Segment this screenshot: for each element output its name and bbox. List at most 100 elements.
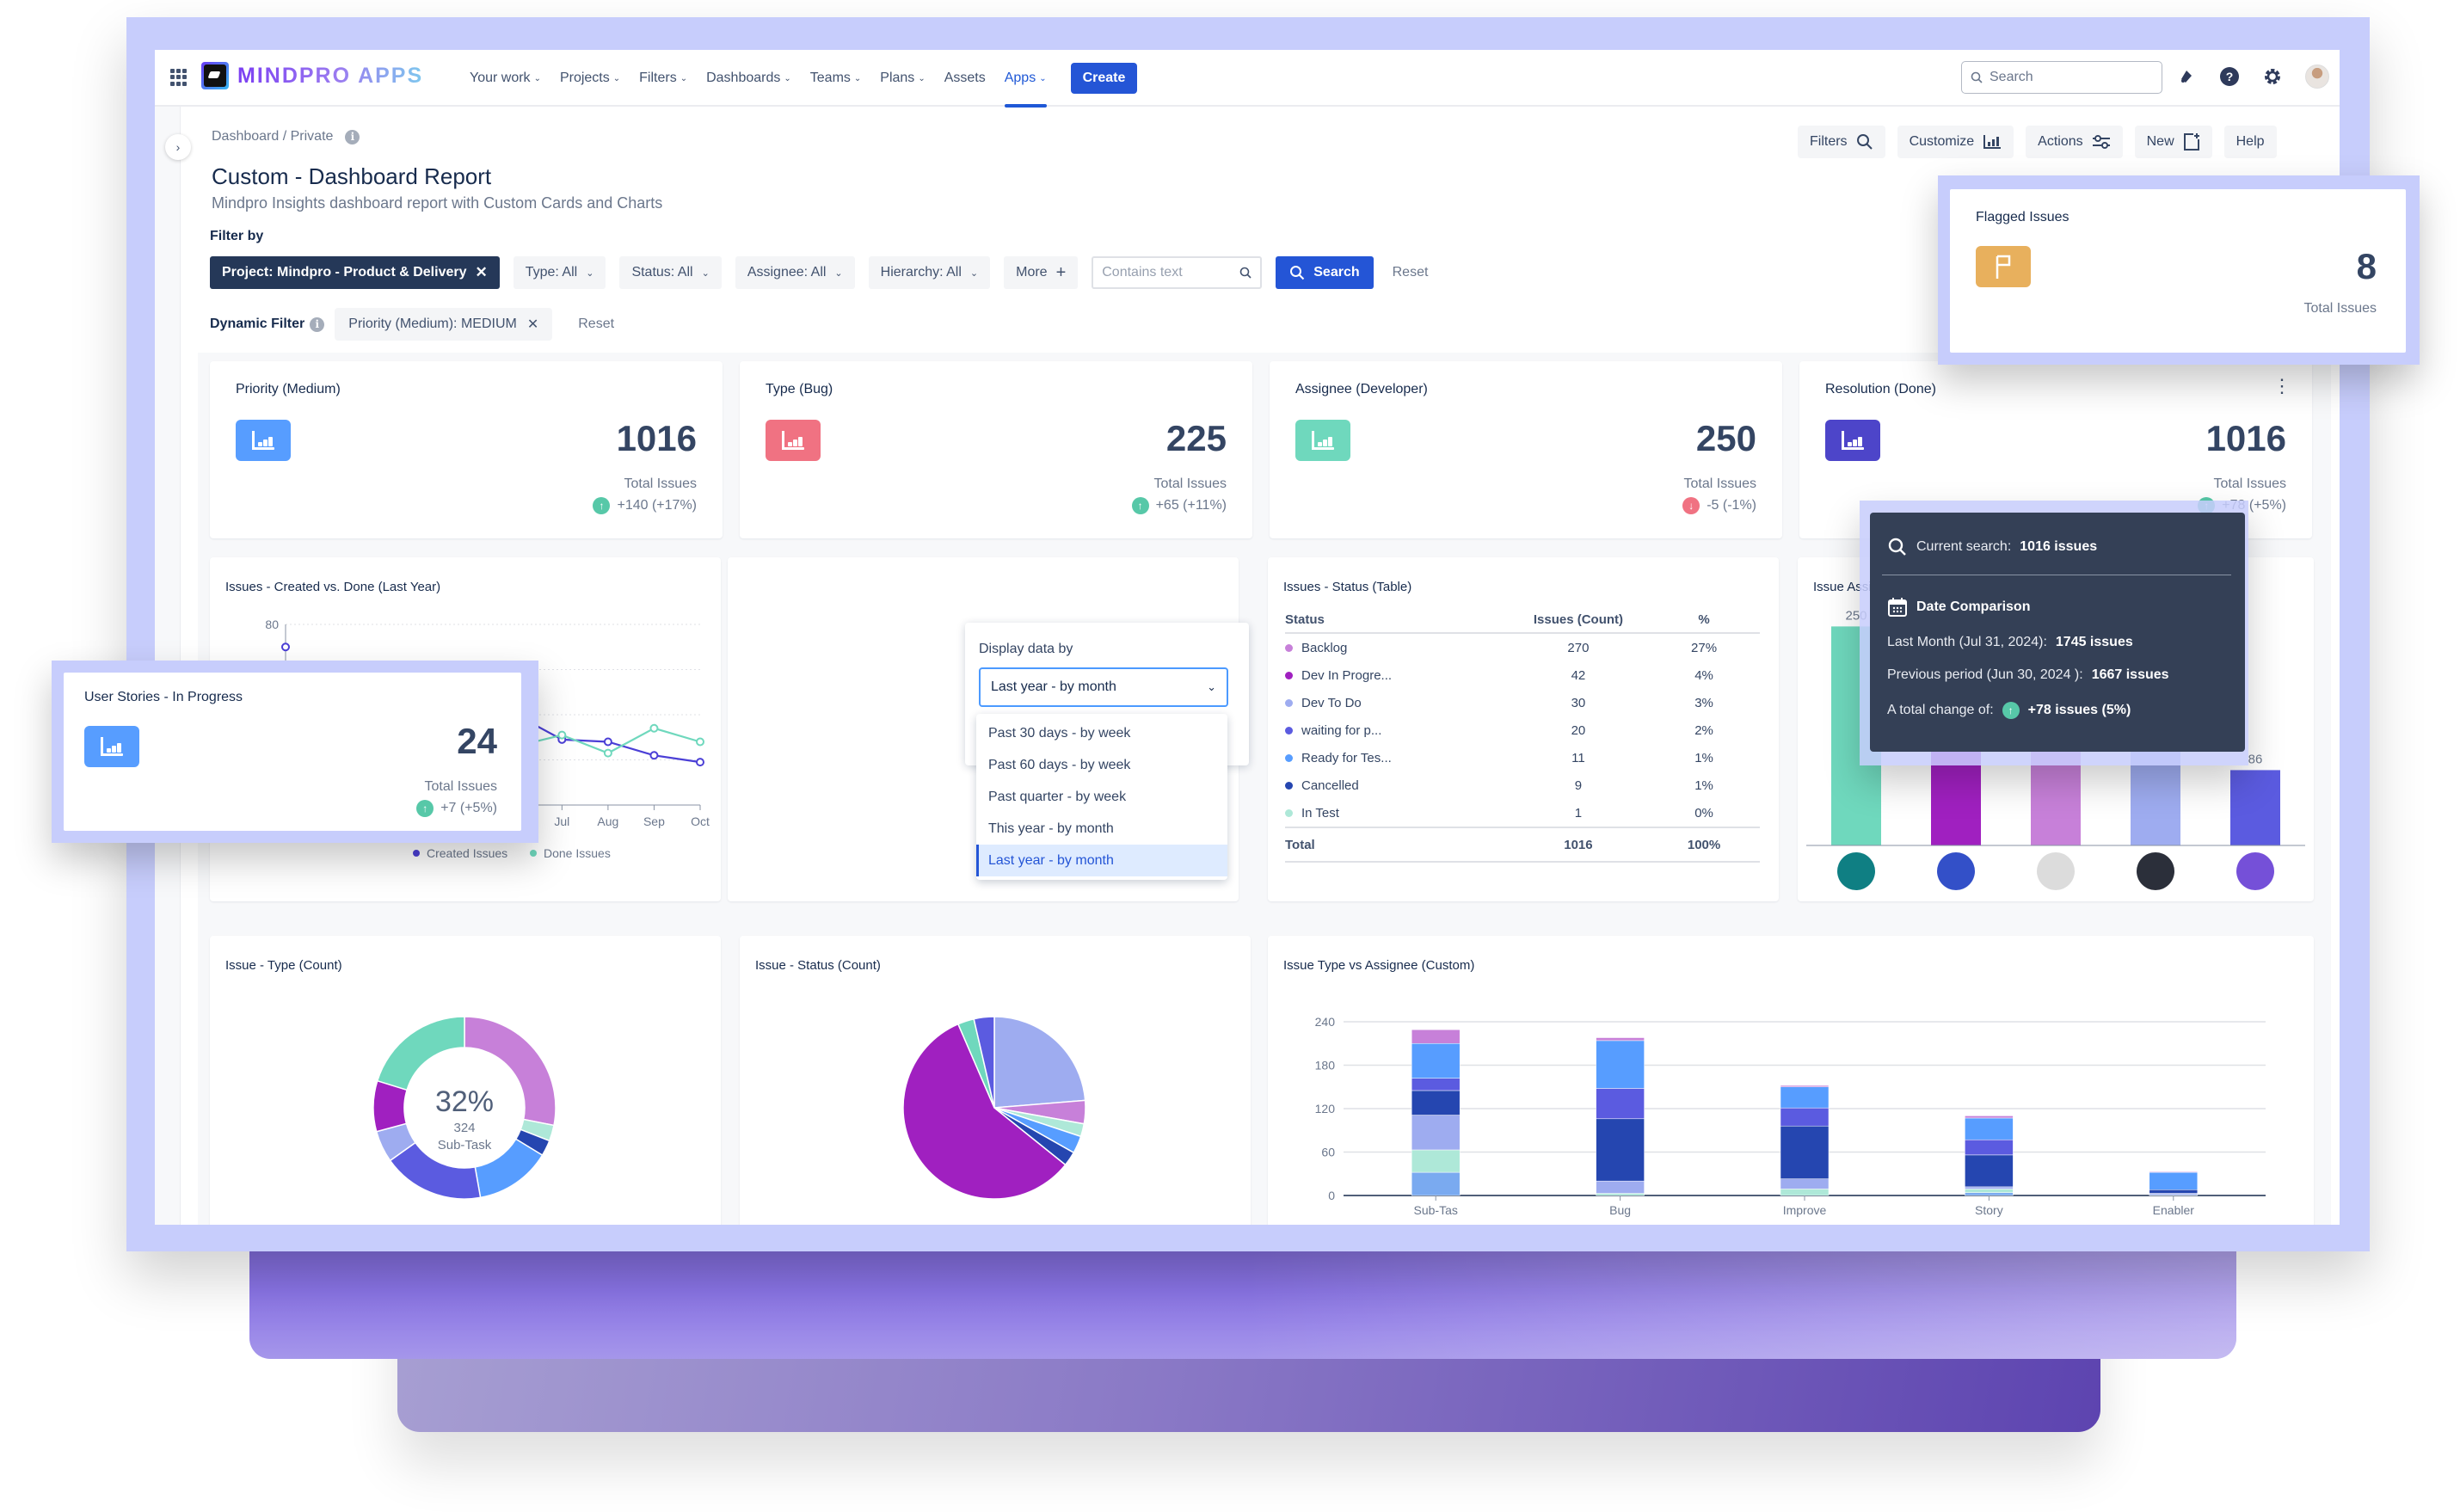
delta-text: +65 (+11%): [1155, 498, 1227, 513]
nav-item-dashboards[interactable]: Dashboards ⌄: [706, 50, 791, 107]
stacked-bar-segment: [1965, 1117, 2014, 1140]
nav-item-label: Dashboards: [706, 71, 781, 85]
dynamic-reset-link[interactable]: Reset: [578, 317, 614, 332]
brand-logo[interactable]: MINDPRO APPS: [201, 62, 423, 89]
assignee-filter[interactable]: Assignee: All ⌄: [735, 256, 855, 289]
status-count: 30: [1571, 695, 1586, 710]
app-switcher-icon[interactable]: [170, 69, 188, 86]
settings-gear-icon[interactable]: [2262, 66, 2283, 87]
data-point: [649, 751, 659, 760]
delta-text: +7 (+5%): [440, 801, 497, 815]
project-filter-chip[interactable]: Project: Mindpro - Product & Delivery ✕: [210, 256, 500, 289]
stat-label: Total Issues: [2303, 301, 2377, 316]
column-header[interactable]: Issues (Count): [1509, 612, 1648, 627]
nav-item-filters[interactable]: Filters ⌄: [639, 50, 687, 107]
stacked-bar-segment: [1596, 1193, 1645, 1196]
status-percent: 27%: [1691, 640, 1718, 655]
stacked-bar-segment: [2149, 1171, 2199, 1190]
search-button[interactable]: Search: [1276, 256, 1374, 289]
status-count: 11: [1571, 750, 1585, 765]
customize-button[interactable]: Customize: [1897, 126, 2014, 158]
column-header[interactable]: Status: [1285, 612, 1509, 627]
display-option[interactable]: Past 30 days - by week: [976, 717, 1227, 749]
x-tick-label: Bug: [1609, 1203, 1631, 1217]
table-row[interactable]: Ready for Tes... 11 1%: [1285, 744, 1760, 771]
nav-item-assets[interactable]: Assets: [944, 50, 986, 107]
bar-chart-icon: [1825, 420, 1880, 461]
status-name: In Test: [1301, 805, 1339, 821]
logo-mark-icon: [201, 62, 229, 89]
display-option[interactable]: Past 60 days - by week: [976, 749, 1227, 781]
total-label: Total: [1285, 837, 1315, 852]
dynamic-filter-text: Dynamic Filter: [210, 317, 305, 331]
sliders-icon: [2092, 135, 2110, 149]
display-data-select[interactable]: Last year - by month ⌄: [979, 667, 1228, 707]
pie-slice: [993, 1016, 1086, 1109]
table-row[interactable]: In Test 1 0%: [1285, 799, 1760, 827]
status-color-dot: [1285, 698, 1293, 707]
nav-item-your-work[interactable]: Your work ⌄: [470, 50, 541, 107]
info-icon[interactable]: i: [310, 317, 325, 332]
notification-bell-icon[interactable]: [2176, 66, 2197, 87]
display-option[interactable]: Last year - by month: [976, 845, 1227, 876]
filters-button[interactable]: Filters: [1798, 126, 1885, 158]
info-icon[interactable]: i: [345, 129, 360, 144]
create-button[interactable]: Create: [1070, 63, 1138, 94]
nav-item-apps[interactable]: Apps ⌄: [1004, 50, 1047, 108]
expand-sidebar-button[interactable]: ›: [165, 134, 191, 160]
nav-item-projects[interactable]: Projects ⌄: [560, 50, 620, 107]
stat-card[interactable]: Assignee (Developer) 250 Total Issues ↓ …: [1270, 361, 1782, 538]
more-filters-button[interactable]: More +: [1004, 256, 1079, 289]
data-point: [557, 730, 567, 740]
help-icon[interactable]: ?: [2219, 66, 2240, 87]
nav-item-plans[interactable]: Plans ⌄: [880, 50, 925, 107]
more-options-icon[interactable]: ⋮: [2272, 377, 2291, 396]
status-filter[interactable]: Status: All ⌄: [619, 256, 722, 289]
svg-text:?: ?: [2226, 70, 2234, 83]
display-option[interactable]: This year - by month: [976, 813, 1227, 845]
bar-chart-icon: [1983, 135, 2002, 149]
chevron-down-icon: ⌄: [1207, 680, 1216, 693]
help-button[interactable]: Help: [2223, 126, 2277, 158]
table-row[interactable]: Backlog 270 27%: [1285, 634, 1760, 661]
display-option[interactable]: Past quarter - by week: [976, 781, 1227, 813]
stat-card[interactable]: Priority (Medium) 1016 Total Issues ↑ +1…: [210, 361, 723, 538]
table-row[interactable]: Dev In Progre... 42 4%: [1285, 661, 1760, 689]
status-count: 1: [1574, 805, 1583, 821]
hierarchy-filter[interactable]: Hierarchy: All ⌄: [868, 256, 991, 289]
new-button[interactable]: New: [2134, 126, 2212, 158]
flagged-issues-card[interactable]: Flagged Issues 8 Total Issues: [1950, 189, 2406, 353]
column-header[interactable]: %: [1648, 612, 1760, 627]
chevron-down-icon: ⌄: [969, 267, 979, 279]
table-row[interactable]: Cancelled 9 1%: [1285, 771, 1760, 799]
filter-by-label: Filter by: [210, 229, 264, 243]
dynamic-filter-chip[interactable]: Priority (Medium): MEDIUM ✕: [335, 308, 553, 341]
status-name: waiting for p...: [1301, 722, 1382, 738]
global-search-input[interactable]: Search: [1961, 61, 2162, 94]
assignee-filter-label: Assignee: All: [747, 265, 827, 280]
table-row[interactable]: Dev To Do 30 3%: [1285, 689, 1760, 716]
assignee-avatar: [1837, 852, 1875, 890]
nav-item-label: Plans: [880, 71, 915, 85]
remove-filter-icon[interactable]: ✕: [527, 316, 538, 333]
status-name: Backlog: [1301, 640, 1348, 655]
remove-filter-icon[interactable]: ✕: [475, 264, 487, 281]
data-point: [696, 737, 704, 747]
user-avatar[interactable]: [2305, 65, 2329, 89]
stat-label: Total Issues: [2213, 476, 2286, 491]
status-name: Cancelled: [1301, 778, 1359, 793]
actions-button[interactable]: Actions: [2026, 126, 2123, 158]
stat-card[interactable]: Type (Bug) 225 Total Issues ↑ +65 (+11%): [740, 361, 1252, 538]
reset-filters-link[interactable]: Reset: [1393, 265, 1429, 280]
nav-item-label: Projects: [559, 71, 610, 85]
table-row[interactable]: waiting for p... 20 2%: [1285, 716, 1760, 744]
nav-item-teams[interactable]: Teams ⌄: [810, 50, 862, 107]
bar-data-label: 86: [2248, 752, 2263, 766]
stacked-bar-segment: [1411, 1149, 1461, 1173]
contains-text-input[interactable]: Contains text: [1092, 256, 1263, 289]
breadcrumb-text[interactable]: Dashboard / Private: [212, 129, 333, 144]
type-filter[interactable]: Type: All ⌄: [513, 256, 606, 289]
user-stories-card[interactable]: User Stories - In Progress 24 Total Issu…: [64, 673, 521, 831]
stacked-bar-segment: [1411, 1115, 1461, 1151]
stacked-bar-segment: [1596, 1118, 1645, 1182]
